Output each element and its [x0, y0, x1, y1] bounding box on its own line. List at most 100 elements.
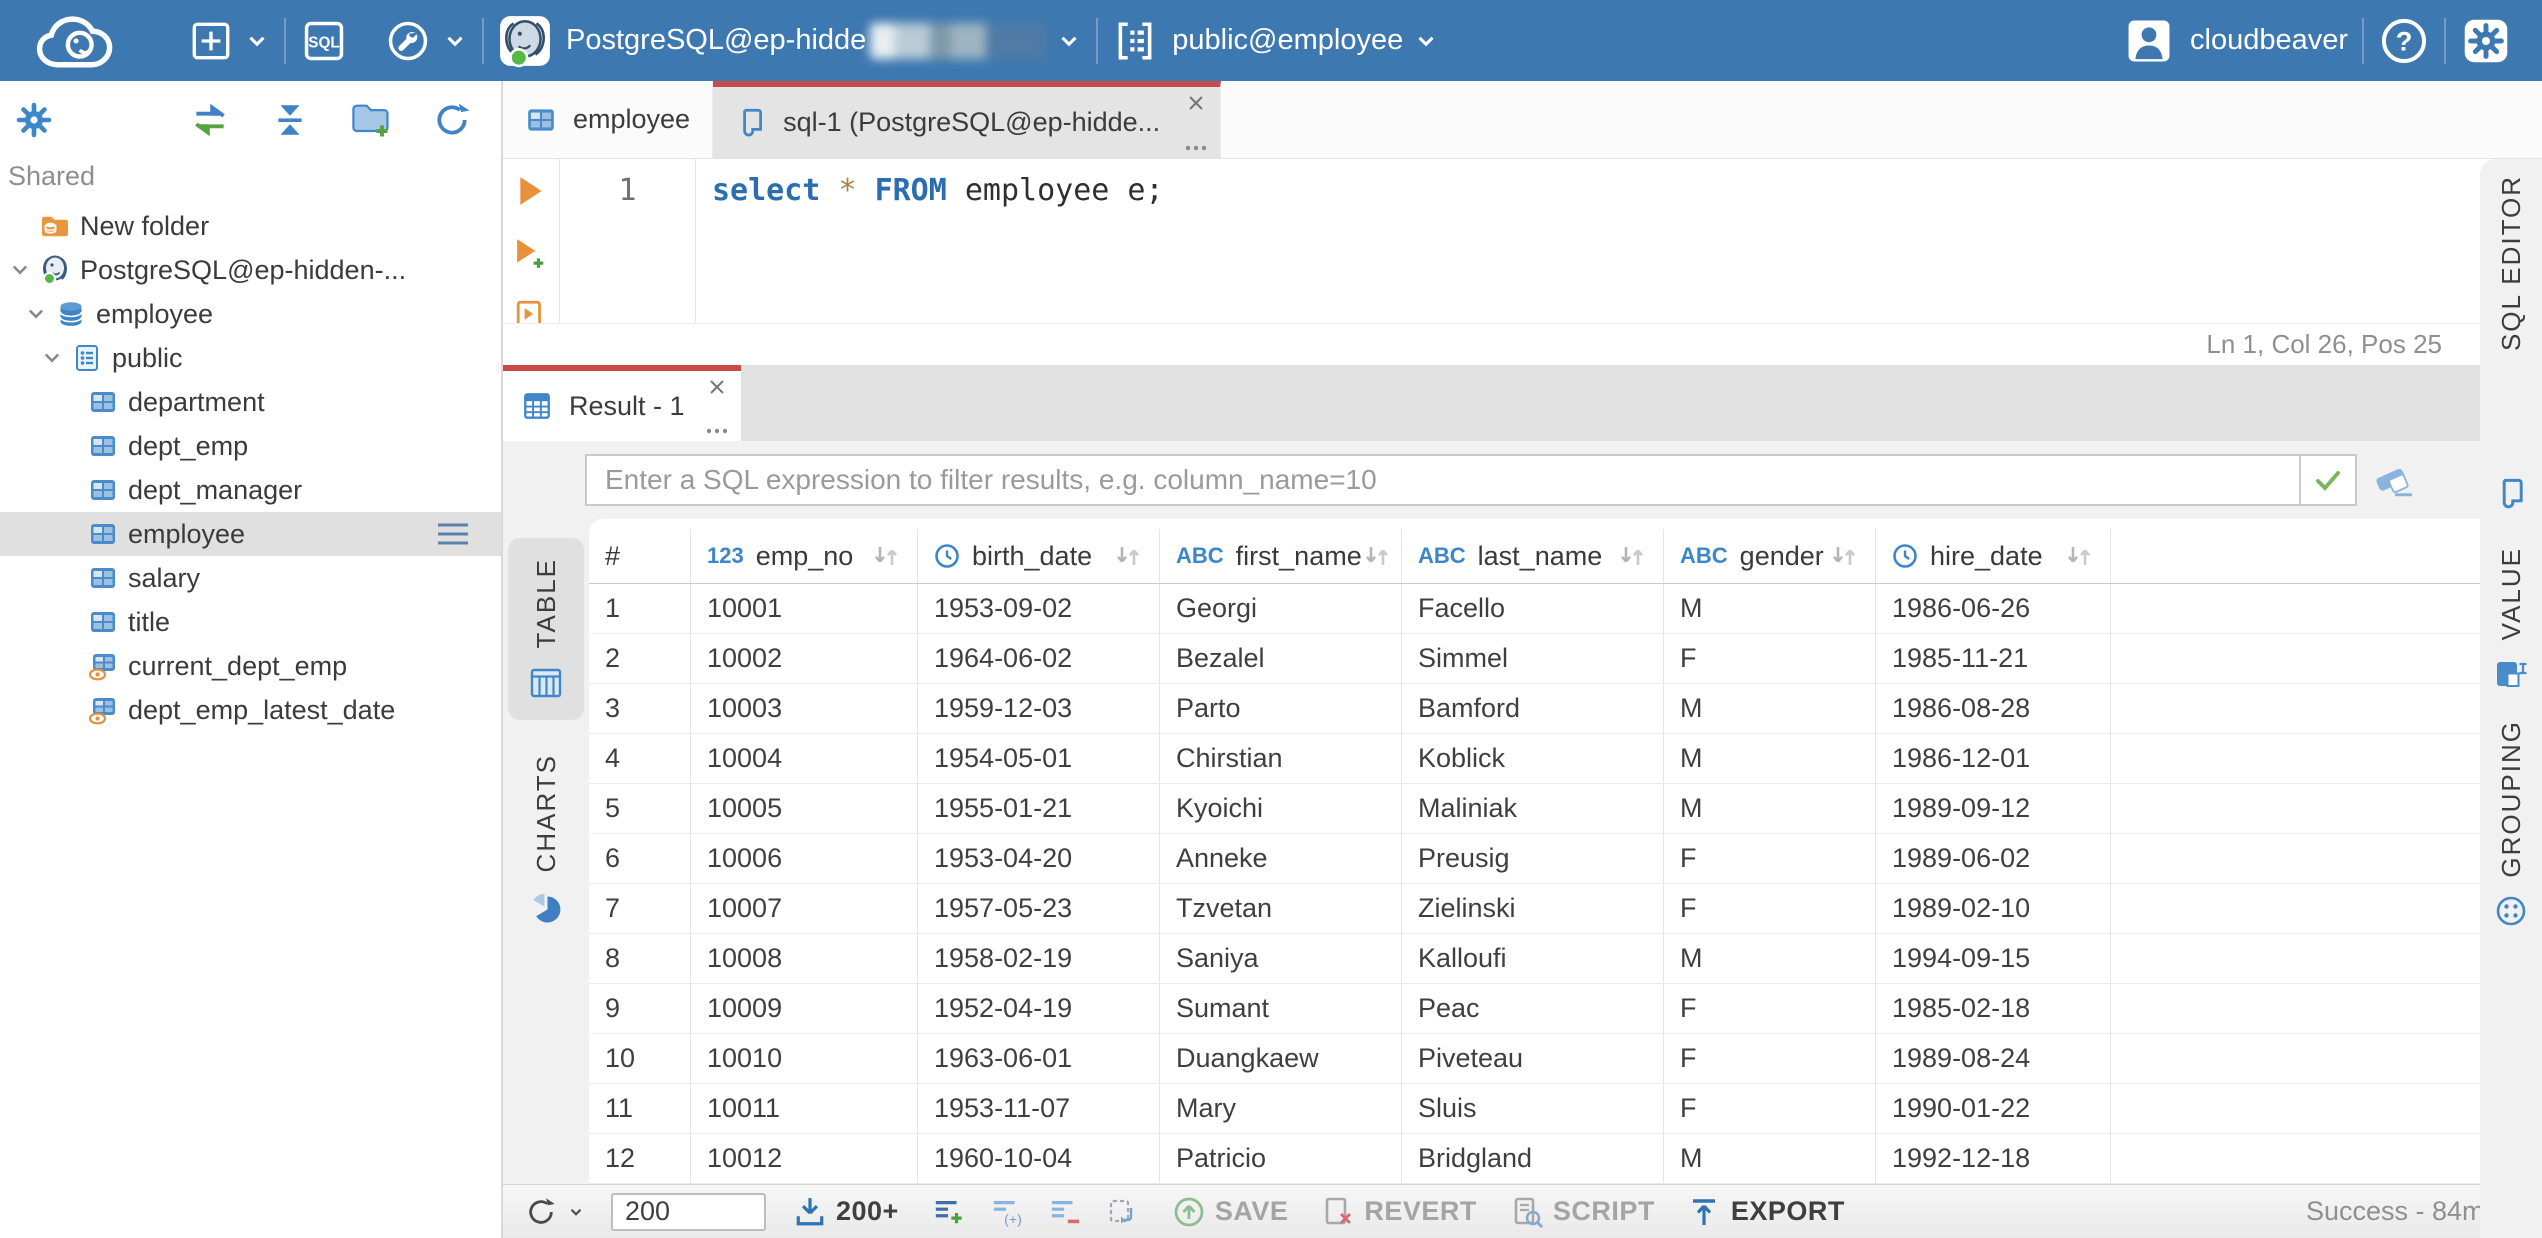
- close-icon[interactable]: [1186, 93, 1206, 113]
- tab-table[interactable]: TABLE: [508, 538, 584, 721]
- data-cell[interactable]: 1986-12-01: [1876, 734, 2111, 783]
- data-cell[interactable]: 10004: [691, 734, 918, 783]
- execute-query-button[interactable]: [515, 175, 547, 207]
- data-cell[interactable]: 1959-12-03: [918, 684, 1160, 733]
- tree-item-dept-emp[interactable]: dept_emp: [0, 424, 501, 468]
- data-cell[interactable]: 10005: [691, 784, 918, 833]
- data-cell[interactable]: 10011: [691, 1084, 918, 1133]
- sort-arrows-icon[interactable]: [2064, 543, 2094, 569]
- tree-item-employee[interactable]: employee: [0, 292, 501, 336]
- data-cell[interactable]: 10007: [691, 884, 918, 933]
- data-cell[interactable]: Chirstian: [1160, 734, 1402, 783]
- data-cell[interactable]: 1955-01-21: [918, 784, 1160, 833]
- tab-sql-1-postgresql-ep-hidde[interactable]: sql-1 (PostgreSQL@ep-hidde...: [713, 81, 1222, 158]
- data-cell[interactable]: 1953-04-20: [918, 834, 1160, 883]
- tab-menu-icon[interactable]: [705, 427, 729, 435]
- apply-filter-button[interactable]: [2299, 456, 2355, 504]
- data-cell[interactable]: 1952-04-19: [918, 984, 1160, 1033]
- settings-button[interactable]: [2460, 15, 2512, 67]
- clear-filter-button[interactable]: [2375, 463, 2415, 497]
- close-icon[interactable]: [707, 377, 727, 397]
- data-cell[interactable]: M: [1664, 684, 1876, 733]
- data-cell[interactable]: Anneke: [1160, 834, 1402, 883]
- tree-item-public[interactable]: public: [0, 336, 501, 380]
- refresh-result-button[interactable]: [525, 1196, 585, 1228]
- data-cell[interactable]: Sumant: [1160, 984, 1402, 1033]
- data-cell[interactable]: 1953-11-07: [918, 1084, 1160, 1133]
- data-cell[interactable]: 1990-01-22: [1876, 1084, 2111, 1133]
- tab-sql-editor[interactable]: SQL EDITOR: [2494, 175, 2528, 511]
- chevron-down-icon[interactable]: [6, 259, 34, 281]
- column-header-birth-date[interactable]: birth_date: [918, 529, 1160, 583]
- fetch-more-button[interactable]: 200+: [794, 1196, 899, 1228]
- data-cell[interactable]: Patricio: [1160, 1134, 1402, 1183]
- new-folder-button[interactable]: [349, 100, 393, 140]
- data-cell[interactable]: Bridgland: [1402, 1134, 1664, 1183]
- duplicate-row-button[interactable]: (+): [991, 1196, 1023, 1228]
- tree-item-postgresql-ep-hidden[interactable]: PostgreSQL@ep-hidden-...: [0, 248, 501, 292]
- data-cell[interactable]: 10002: [691, 634, 918, 683]
- duplicate-selection-button[interactable]: [1107, 1196, 1139, 1228]
- data-cell[interactable]: 1986-08-28: [1876, 684, 2111, 733]
- data-cell[interactable]: 1957-05-23: [918, 884, 1160, 933]
- data-cell[interactable]: M: [1664, 784, 1876, 833]
- data-cell[interactable]: 1992-12-18: [1876, 1134, 2111, 1183]
- data-cell[interactable]: Duangkaew: [1160, 1034, 1402, 1083]
- data-cell[interactable]: Kyoichi: [1160, 784, 1402, 833]
- data-cell[interactable]: Bezalel: [1160, 634, 1402, 683]
- data-cell[interactable]: 1989-09-12: [1876, 784, 2111, 833]
- data-cell[interactable]: Georgi: [1160, 584, 1402, 633]
- data-cell[interactable]: Tzvetan: [1160, 884, 1402, 933]
- data-cell[interactable]: Facello: [1402, 584, 1664, 633]
- data-cell[interactable]: 10008: [691, 934, 918, 983]
- refresh-button[interactable]: [433, 101, 471, 139]
- connection-selector[interactable]: PostgreSQL@ep-hidde: [498, 14, 1082, 68]
- help-button[interactable]: ?: [2378, 15, 2430, 67]
- data-cell[interactable]: Preusig: [1402, 834, 1664, 883]
- user-menu[interactable]: cloudbeaver: [2124, 16, 2348, 66]
- collapse-all-button[interactable]: [271, 101, 309, 139]
- execute-query-new-tab-button[interactable]: [515, 237, 547, 269]
- sql-code-line[interactable]: select * FROM employee e;: [696, 159, 1164, 323]
- data-cell[interactable]: Sluis: [1402, 1084, 1664, 1133]
- tree-item-dept-manager[interactable]: dept_manager: [0, 468, 501, 512]
- data-cell[interactable]: 1994-09-15: [1876, 934, 2111, 983]
- data-cell[interactable]: 1989-02-10: [1876, 884, 2111, 933]
- sync-connection-button[interactable]: [189, 101, 231, 139]
- tree-item-dept-emp-latest-date[interactable]: dept_emp_latest_date: [0, 688, 501, 732]
- data-cell[interactable]: 1964-06-02: [918, 634, 1160, 683]
- data-cell[interactable]: Simmel: [1402, 634, 1664, 683]
- sort-arrows-icon[interactable]: [1113, 543, 1143, 569]
- data-cell[interactable]: F: [1664, 884, 1876, 933]
- data-cell[interactable]: Kalloufi: [1402, 934, 1664, 983]
- data-cell[interactable]: M: [1664, 934, 1876, 983]
- tab-charts[interactable]: CHARTS: [508, 734, 584, 944]
- sort-arrows-icon[interactable]: [1617, 543, 1647, 569]
- data-cell[interactable]: 1989-06-02: [1876, 834, 2111, 883]
- data-cell[interactable]: Bamford: [1402, 684, 1664, 733]
- data-cell[interactable]: 10010: [691, 1034, 918, 1083]
- data-cell[interactable]: Saniya: [1160, 934, 1402, 983]
- chevron-down-icon[interactable]: [38, 347, 66, 369]
- chevron-down-icon[interactable]: [22, 303, 50, 325]
- data-cell[interactable]: 10003: [691, 684, 918, 733]
- data-cell[interactable]: M: [1664, 734, 1876, 783]
- data-cell[interactable]: Zielinski: [1402, 884, 1664, 933]
- new-sql-editor-button[interactable]: SQL: [300, 17, 348, 65]
- data-cell[interactable]: 10001: [691, 584, 918, 633]
- data-cell[interactable]: 1989-08-24: [1876, 1034, 2111, 1083]
- tab-employee[interactable]: employee: [503, 81, 714, 158]
- tree-item-new-folder[interactable]: New folder: [0, 204, 501, 248]
- data-cell[interactable]: Maliniak: [1402, 784, 1664, 833]
- data-cell[interactable]: 1986-06-26: [1876, 584, 2111, 633]
- column-header-gender[interactable]: ABC gender: [1664, 529, 1876, 583]
- data-cell[interactable]: F: [1664, 1084, 1876, 1133]
- export-button[interactable]: EXPORT: [1689, 1196, 1845, 1228]
- tools-button[interactable]: [384, 17, 468, 65]
- data-cell[interactable]: 1985-02-18: [1876, 984, 2111, 1033]
- data-cell[interactable]: 10009: [691, 984, 918, 1033]
- tree-item-title[interactable]: title: [0, 600, 501, 644]
- data-cell[interactable]: 1963-06-01: [918, 1034, 1160, 1083]
- sort-arrows-icon[interactable]: [1362, 543, 1392, 569]
- data-cell[interactable]: Piveteau: [1402, 1034, 1664, 1083]
